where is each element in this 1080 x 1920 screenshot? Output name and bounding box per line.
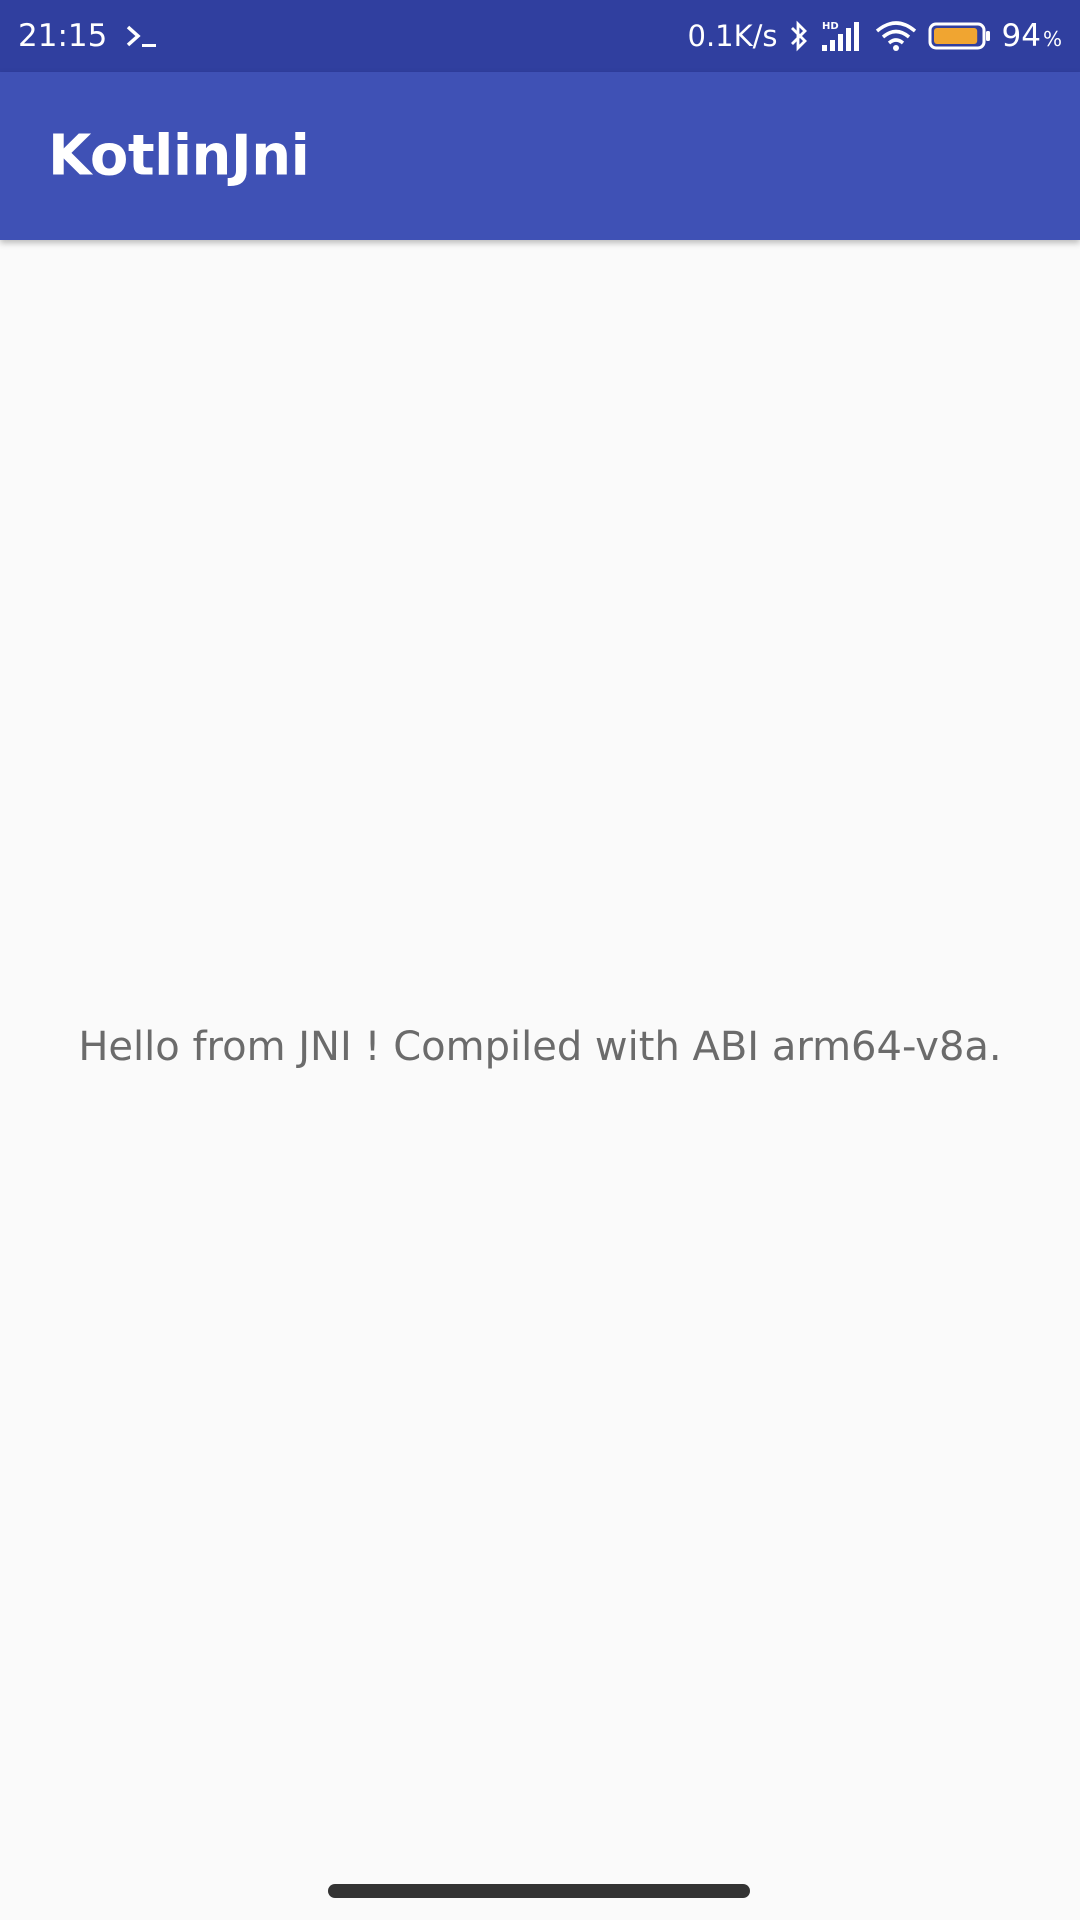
terminal-prompt-icon: [125, 23, 159, 49]
wifi-icon: [874, 19, 918, 53]
status-bar: 21:15 0.1K/s HD 94 %: [0, 0, 1080, 72]
svg-text:HD: HD: [822, 21, 839, 32]
bluetooth-icon: [788, 19, 810, 53]
battery-percent: 94%: [1001, 18, 1062, 54]
gesture-nav-bar[interactable]: [328, 1884, 750, 1898]
battery-icon: [928, 19, 992, 53]
app-bar: KotlinJni: [0, 72, 1080, 240]
network-speed: 0.1K/s: [687, 19, 778, 53]
app-title: KotlinJni: [48, 123, 310, 189]
main-content: Hello from JNI ! Compiled with ABI arm64…: [0, 240, 1080, 1880]
battery-level-fill: [933, 28, 977, 44]
status-time: 21:15: [18, 18, 108, 54]
hd-signal-icon: HD: [820, 19, 864, 53]
jni-message: Hello from JNI ! Compiled with ABI arm64…: [78, 1024, 1002, 1070]
